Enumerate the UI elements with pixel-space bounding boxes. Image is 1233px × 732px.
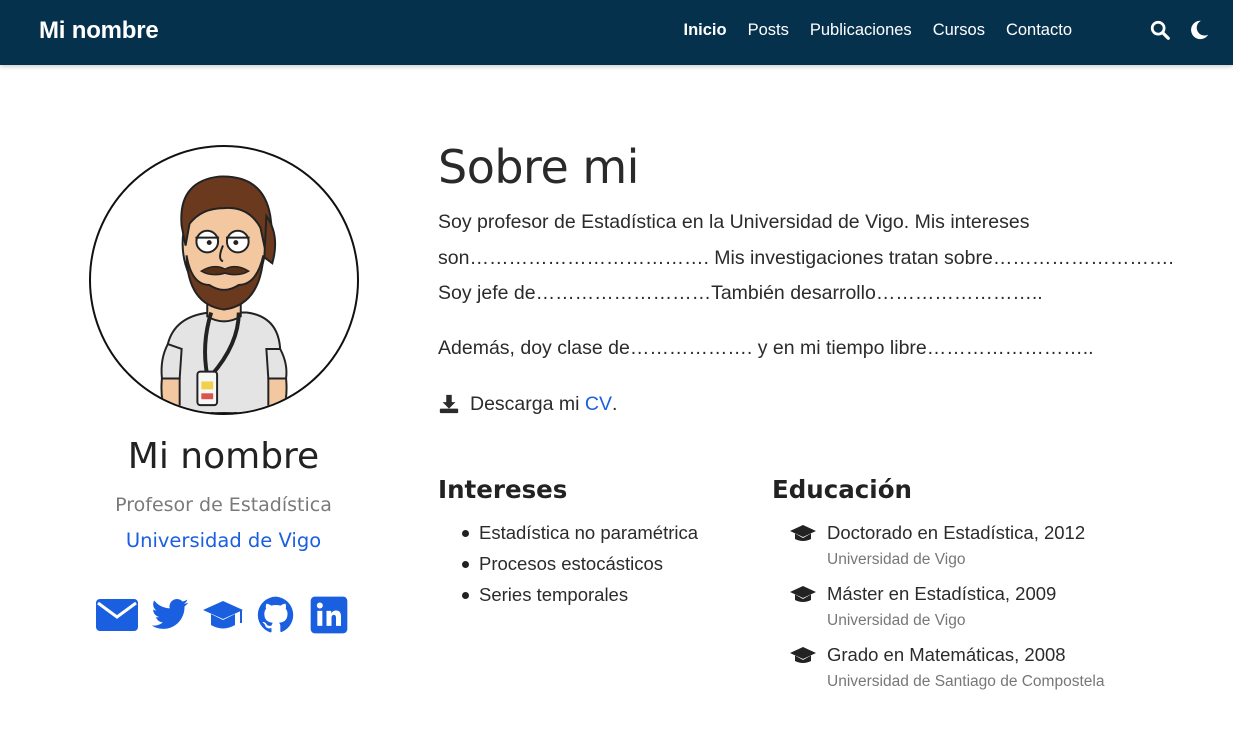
profile-role: Profesor de Estadística	[115, 494, 332, 516]
education-institution: Universidad de Vigo	[827, 551, 966, 568]
navbar: Mi nombre Inicio Posts Publicaciones Cur…	[0, 0, 1233, 65]
nav-link-contacto[interactable]: Contacto	[1006, 19, 1072, 41]
education-list: Doctorado en Estadística, 2012 Universid…	[789, 517, 1104, 700]
education-institution: Universidad de Vigo	[827, 612, 966, 629]
profile-name: Mi nombre	[127, 436, 320, 477]
linkedin-icon[interactable]	[307, 595, 351, 635]
education-institution: Universidad de Santiago de Compostela	[827, 673, 1105, 690]
download-icon	[439, 394, 459, 414]
nav-links: Inicio Posts Publicaciones Cursos Contac…	[684, 19, 1073, 41]
brand-link[interactable]: Mi nombre	[39, 16, 159, 46]
list-item: Procesos estocásticos	[462, 548, 698, 579]
cv-suffix: .	[611, 393, 618, 415]
graduation-cap-icon	[790, 586, 816, 602]
avatar	[89, 145, 359, 415]
twitter-icon[interactable]	[148, 595, 192, 635]
profile-organization-link[interactable]: Universidad de Vigo	[0, 527, 447, 555]
envelope-icon[interactable]	[95, 595, 139, 635]
graduation-cap-icon	[790, 647, 816, 663]
education-title: Educación	[772, 475, 912, 504]
cv-link[interactable]: CV	[585, 389, 612, 419]
bio-paragraph: Además, doy clase de………………. y en mi tiem…	[438, 336, 1094, 359]
graduation-cap-icon[interactable]	[201, 595, 245, 635]
cv-prefix: Descarga mi	[470, 393, 580, 415]
education-course: Grado en Matemáticas, 2008	[827, 644, 1066, 665]
github-icon[interactable]	[254, 595, 298, 635]
page-title: Sobre mi	[438, 140, 639, 194]
bio-paragraph: Soy profesor de Estadística en la Univer…	[438, 211, 1174, 304]
social-links	[95, 595, 351, 635]
cv-download: Descarga mi CV.	[438, 389, 617, 419]
nav-link-inicio[interactable]: Inicio	[684, 19, 727, 41]
interests-title: Intereses	[438, 475, 568, 504]
education-course: Máster en Estadística, 2009	[827, 583, 1057, 604]
graduation-cap-icon	[790, 525, 816, 541]
list-item: Series temporales	[462, 579, 698, 610]
nav-link-posts[interactable]: Posts	[748, 19, 789, 41]
education-item: Doctorado en Estadística, 2012 Universid…	[789, 517, 1104, 578]
bio: Soy profesor de Estadística en la Univer…	[438, 205, 1198, 366]
nav-link-cursos[interactable]: Cursos	[933, 19, 985, 41]
education-item: Grado en Matemáticas, 2008 Universidad d…	[789, 639, 1104, 700]
nav-link-publicaciones[interactable]: Publicaciones	[810, 19, 912, 41]
list-item: Estadística no paramétrica	[462, 517, 698, 548]
moon-icon[interactable]	[1188, 19, 1210, 41]
interests-list: Estadística no paramétrica Procesos esto…	[462, 517, 698, 610]
education-course: Doctorado en Estadística, 2012	[827, 522, 1086, 543]
education-item: Máster en Estadística, 2009 Universidad …	[789, 578, 1104, 639]
search-icon[interactable]	[1149, 19, 1171, 41]
